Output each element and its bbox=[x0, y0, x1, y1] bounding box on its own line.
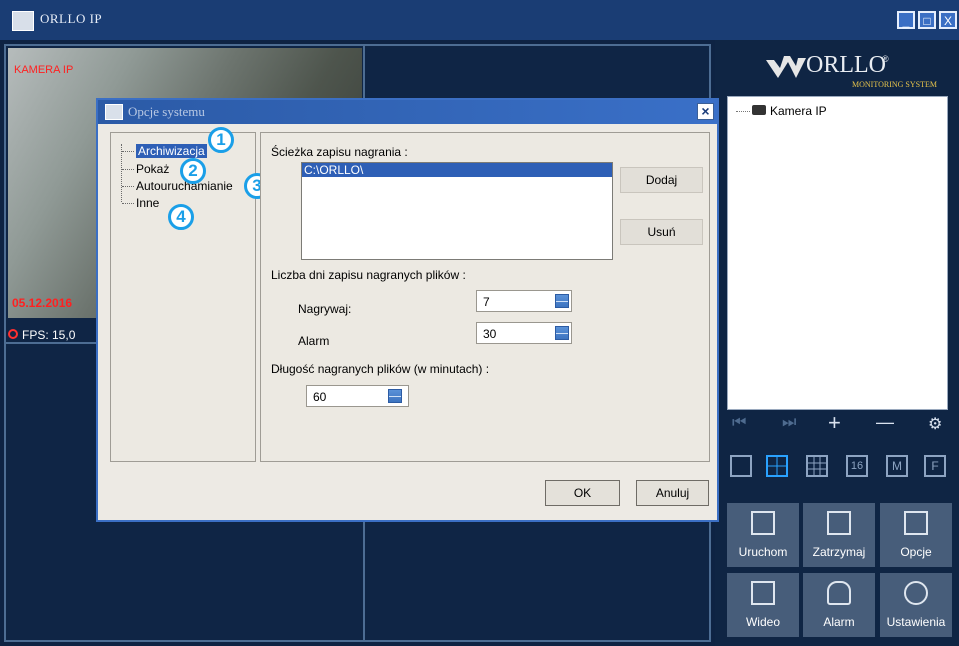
nav-connector bbox=[122, 186, 134, 187]
alarm-label: Alarm bbox=[823, 615, 855, 629]
close-button[interactable]: X bbox=[939, 11, 957, 29]
badge-4: 4 bbox=[168, 204, 194, 230]
grid-4-icon bbox=[768, 457, 786, 475]
nav-connector bbox=[122, 169, 134, 170]
camera-icon bbox=[752, 105, 766, 115]
video-label: Wideo bbox=[745, 615, 780, 629]
options-icon bbox=[904, 511, 928, 535]
layout-f-button[interactable]: F bbox=[924, 455, 946, 477]
layout-9-button[interactable] bbox=[806, 455, 828, 477]
camera-name-overlay: KAMERA IP bbox=[14, 64, 74, 76]
path-list-item[interactable]: C:\ORLLO\ bbox=[302, 163, 612, 177]
length-spin-buttons[interactable] bbox=[388, 389, 402, 403]
video-file-icon bbox=[751, 581, 775, 605]
record-label: Nagrywaj: bbox=[298, 302, 352, 316]
gear-icon[interactable]: ⚙ bbox=[928, 414, 942, 434]
fps-readout: FPS: 15,0 bbox=[22, 328, 76, 342]
logo-brand-text: ORLLO bbox=[806, 52, 886, 78]
layout-m-button[interactable]: M bbox=[886, 455, 908, 477]
tree-item-kamera-ip[interactable]: Kamera IP bbox=[770, 104, 827, 118]
camera-date-overlay: 05.12.2016 bbox=[12, 296, 73, 310]
dialog-app-icon bbox=[105, 104, 123, 120]
settings-button[interactable]: Ustawienia bbox=[880, 573, 952, 637]
nav-tree-line bbox=[121, 144, 122, 202]
nav-item-inne[interactable]: Inne bbox=[136, 196, 159, 210]
camera-group-icon bbox=[751, 511, 775, 535]
grid-9-icon bbox=[808, 457, 826, 475]
dialog-title: Opcje systemu bbox=[128, 104, 205, 119]
options-label: Opcje bbox=[900, 545, 932, 559]
minimize-button[interactable]: _ bbox=[897, 11, 915, 29]
video-button[interactable]: Wideo bbox=[727, 573, 799, 637]
start-label: Uruchom bbox=[738, 545, 788, 559]
next-camera-icon[interactable]: ⏭ bbox=[782, 414, 796, 432]
badge-1: 1 bbox=[208, 127, 234, 153]
path-label: Ścieżka zapisu nagrania : bbox=[271, 145, 408, 159]
options-button[interactable]: Opcje bbox=[880, 503, 952, 567]
prev-camera-icon[interactable]: ⏮ bbox=[732, 414, 746, 432]
alarm-days-label: Alarm bbox=[298, 334, 330, 348]
cancel-button[interactable]: Anuluj bbox=[636, 480, 709, 506]
nav-item-pokaz[interactable]: Pokaż bbox=[136, 162, 169, 176]
logo-subtitle: MONITORING SYSTEM bbox=[852, 80, 937, 89]
wrench-icon bbox=[904, 581, 928, 605]
add-path-button[interactable]: Dodaj bbox=[620, 167, 703, 193]
badge-2: 2 bbox=[180, 158, 206, 184]
power-icon[interactable] bbox=[8, 329, 18, 339]
days-label: Liczba dni zapisu nagranych plików : bbox=[271, 268, 466, 282]
tree-connector bbox=[736, 111, 750, 112]
remove-path-button[interactable]: Usuń bbox=[620, 219, 703, 245]
stop-button[interactable]: Zatrzymaj bbox=[803, 503, 875, 567]
layout-1-button[interactable] bbox=[730, 455, 752, 477]
ok-button[interactable]: OK bbox=[545, 480, 620, 506]
logo-registered: ® bbox=[882, 54, 889, 64]
app-title: ORLLO IP bbox=[40, 11, 103, 26]
start-button[interactable]: Uruchom bbox=[727, 503, 799, 567]
camera-group-icon bbox=[827, 511, 851, 535]
layout-4-button[interactable] bbox=[766, 455, 788, 477]
main-title-bar bbox=[0, 0, 959, 40]
dialog-close-button[interactable]: × bbox=[697, 103, 714, 120]
stop-label: Zatrzymaj bbox=[812, 545, 866, 559]
nav-connector bbox=[122, 203, 134, 204]
record-days-spin-buttons[interactable] bbox=[555, 294, 569, 308]
add-camera-button[interactable]: + bbox=[828, 410, 841, 436]
alarm-days-spin-buttons[interactable] bbox=[555, 326, 569, 340]
nav-item-archiwizacja[interactable]: Archiwizacja bbox=[136, 144, 207, 158]
length-label: Długość nagranych plików (w minutach) : bbox=[271, 362, 490, 376]
maximize-button[interactable]: □ bbox=[918, 11, 936, 29]
layout-16-button[interactable]: 16 bbox=[846, 455, 868, 477]
remove-camera-button[interactable]: — bbox=[876, 412, 894, 433]
bell-icon bbox=[827, 581, 851, 605]
device-tree[interactable] bbox=[727, 96, 948, 410]
nav-connector bbox=[122, 151, 134, 152]
alarm-button[interactable]: Alarm bbox=[803, 573, 875, 637]
settings-label: Ustawienia bbox=[886, 615, 946, 629]
app-logo-icon bbox=[12, 11, 34, 31]
